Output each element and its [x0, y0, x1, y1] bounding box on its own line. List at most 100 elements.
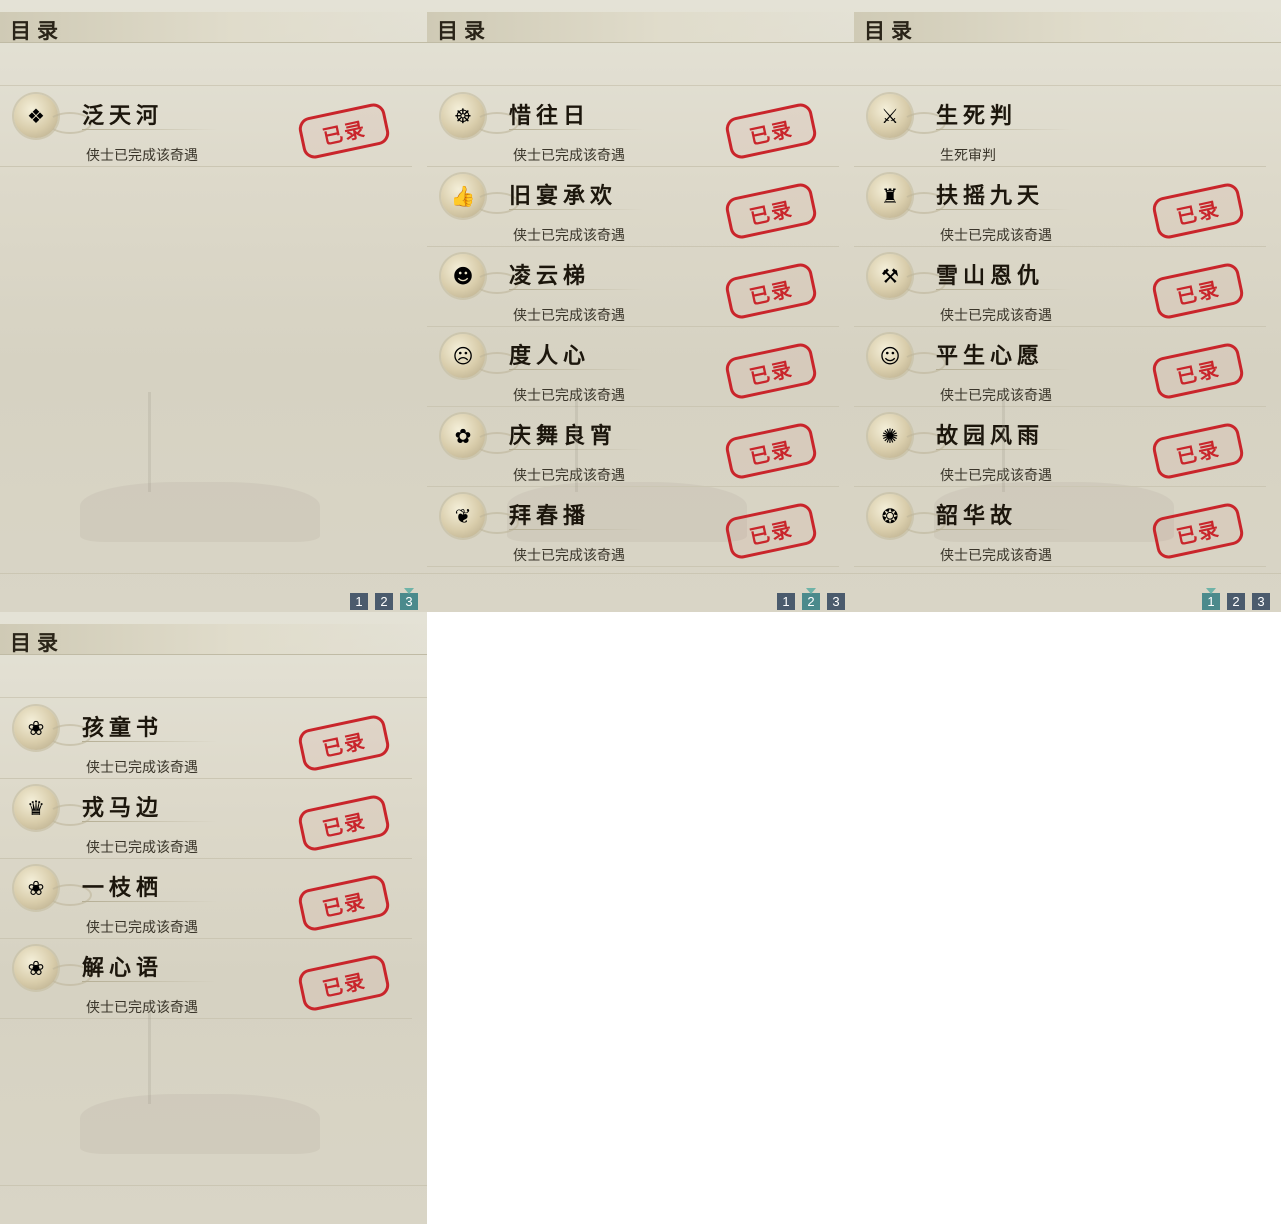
stamp-label: 已录	[747, 116, 796, 149]
recorded-stamp-seal: 已录	[1150, 341, 1246, 401]
title-underline	[936, 209, 1071, 210]
footer-divider	[0, 573, 427, 574]
entry-status-text: 侠士已完成该奇遇	[86, 839, 198, 855]
recorded-stamp-seal: 已录	[1150, 421, 1246, 481]
title-underline	[82, 741, 217, 742]
list-item[interactable]: 👍 旧宴承欢 侠士已完成该奇遇 已录	[427, 166, 839, 247]
page-button-3[interactable]: 3	[827, 593, 845, 610]
recorded-stamp-seal: 已录	[723, 261, 819, 321]
stamp-label: 已录	[1174, 436, 1223, 469]
entry-title: 故园风雨	[936, 423, 1045, 449]
title-underline	[82, 901, 217, 902]
page-title: 目录	[10, 18, 64, 43]
entry-status-text: 侠士已完成该奇遇	[513, 307, 625, 323]
recorded-stamp-seal: 已录	[296, 713, 392, 773]
footer-divider	[854, 573, 1281, 574]
footer-divider	[0, 1185, 427, 1186]
stamp-label: 已录	[747, 516, 796, 549]
list-item[interactable]: ❂ 韶华故 侠士已完成该奇遇 已录	[854, 486, 1266, 567]
entry-title: 惜往日	[509, 103, 591, 129]
recorded-stamp-seal: 已录	[723, 341, 819, 401]
pagination: 123	[350, 588, 418, 611]
entry-status-text: 侠士已完成该奇遇	[513, 227, 625, 243]
list-item[interactable]: ❦ 拜春播 侠士已完成该奇遇 已录	[427, 486, 839, 567]
title-underline	[82, 981, 217, 982]
entry-title: 拜春播	[509, 503, 591, 529]
entry-status-text: 生死审判	[940, 147, 996, 163]
recorded-stamp-seal: 已录	[723, 421, 819, 481]
entry-title: 一枝栖	[82, 875, 164, 901]
entry-title: 韶华故	[936, 503, 1018, 529]
page-button-3[interactable]: 3	[400, 588, 418, 610]
list-item[interactable]: ❀ 孩童书 侠士已完成该奇遇 已录	[0, 698, 412, 779]
title-bar: 目录	[0, 12, 427, 43]
entry-status-text: 侠士已完成该奇遇	[513, 147, 625, 163]
pagination: 123	[1202, 588, 1270, 611]
page-button-2[interactable]: 2	[1227, 593, 1245, 610]
title-underline	[936, 129, 1071, 130]
title-underline	[509, 529, 644, 530]
entry-status-text: 侠士已完成该奇遇	[940, 547, 1052, 563]
stamp-label: 已录	[1174, 196, 1223, 229]
list-item[interactable]: ❀ 解心语 侠士已完成该奇遇 已录	[0, 938, 412, 1019]
entry-status-text: 侠士已完成该奇遇	[86, 147, 198, 163]
title-underline	[509, 289, 644, 290]
list-item[interactable]: ✺ 故园风雨 侠士已完成该奇遇 已录	[854, 406, 1266, 487]
entry-title: 孩童书	[82, 715, 164, 741]
entry-status-text: 侠士已完成该奇遇	[86, 919, 198, 935]
list-item[interactable]: ✿ 庆舞良宵 侠士已完成该奇遇 已录	[427, 406, 839, 487]
list-item[interactable]: ⚒ 雪山恩仇 侠士已完成该奇遇 已录	[854, 246, 1266, 327]
list-item[interactable]: ❖ 泛天河 侠士已完成该奇遇 已录	[0, 86, 412, 167]
catalog-panel: 目录 ❀ 孩童书 侠士已完成该奇遇 已录 ♛ 戎马边 侠士已完成该奇遇 已录 ❀ 一枝栖 侠士已完成该…	[0, 612, 427, 1224]
list-item[interactable]: ⚔ 生死判 生死审判	[854, 86, 1266, 167]
title-underline	[936, 449, 1071, 450]
stamp-label: 已录	[747, 356, 796, 389]
entry-status-text: 侠士已完成该奇遇	[513, 467, 625, 483]
recorded-stamp-seal: 已录	[723, 501, 819, 561]
entry-title: 戎马边	[82, 795, 164, 821]
recorded-stamp-seal: 已录	[296, 793, 392, 853]
title-underline	[82, 821, 217, 822]
footer-divider	[427, 573, 854, 574]
pagination: 123	[777, 588, 845, 611]
entry-title: 庆舞良宵	[509, 423, 618, 449]
page-button-2[interactable]: 2	[802, 588, 820, 610]
stamp-label: 已录	[320, 728, 369, 761]
stamp-label: 已录	[1174, 516, 1223, 549]
page-button-1[interactable]: 1	[350, 593, 368, 610]
list-item[interactable]: ♛ 戎马边 侠士已完成该奇遇 已录	[0, 778, 412, 859]
entry-title: 生死判	[936, 103, 1018, 129]
entry-status-text: 侠士已完成该奇遇	[940, 467, 1052, 483]
list-item[interactable]: ☸ 惜往日 侠士已完成该奇遇 已录	[427, 86, 839, 167]
entry-title: 解心语	[82, 955, 164, 981]
title-underline	[936, 289, 1071, 290]
entry-status-text: 侠士已完成该奇遇	[940, 307, 1052, 323]
title-underline	[509, 209, 644, 210]
title-underline	[509, 449, 644, 450]
stamp-label: 已录	[747, 196, 796, 229]
list-item[interactable]: ☺ 平生心愿 侠士已完成该奇遇 已录	[854, 326, 1266, 407]
recorded-stamp-seal: 已录	[296, 873, 392, 933]
entry-title: 雪山恩仇	[936, 263, 1045, 289]
page-button-1[interactable]: 1	[777, 593, 795, 610]
catalog-panel: 目录 ⚔ 生死判 生死审判 ♜ 扶摇九天 侠士已完成该奇遇 已录 ⚒ 雪山恩仇 侠士已完成该奇遇 已录…	[854, 0, 1281, 612]
stamp-label: 已录	[320, 968, 369, 1001]
title-bar: 目录	[0, 624, 427, 655]
stamp-label: 已录	[320, 116, 369, 149]
page-button-1[interactable]: 1	[1202, 588, 1220, 610]
list-item[interactable]: ☻ 凌云梯 侠士已完成该奇遇 已录	[427, 246, 839, 327]
recorded-stamp-seal: 已录	[723, 101, 819, 161]
stamp-label: 已录	[1174, 276, 1223, 309]
page-button-3[interactable]: 3	[1252, 593, 1270, 610]
list-item[interactable]: ☹ 度人心 侠士已完成该奇遇 已录	[427, 326, 839, 407]
list-item[interactable]: ♜ 扶摇九天 侠士已完成该奇遇 已录	[854, 166, 1266, 247]
page-button-2[interactable]: 2	[375, 593, 393, 610]
entry-title: 度人心	[509, 343, 591, 369]
page-title: 目录	[437, 18, 491, 43]
entry-status-text: 侠士已完成该奇遇	[86, 999, 198, 1015]
entry-status-text: 侠士已完成该奇遇	[940, 227, 1052, 243]
entry-title: 泛天河	[82, 103, 164, 129]
list-item[interactable]: ❀ 一枝栖 侠士已完成该奇遇 已录	[0, 858, 412, 939]
title-underline	[509, 129, 644, 130]
entry-title: 平生心愿	[936, 343, 1045, 369]
